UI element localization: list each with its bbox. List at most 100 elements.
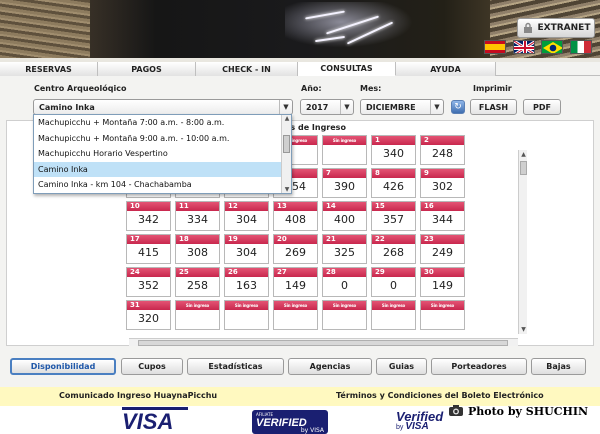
italy-flag-icon[interactable] <box>570 40 592 54</box>
calendar-day-cell[interactable]: 17 415 <box>126 234 171 264</box>
calendar-day-cell[interactable]: 11 334 <box>175 201 220 231</box>
brazil-flag-icon[interactable] <box>541 40 563 54</box>
day-header-badge: Sin ingreso <box>372 301 415 310</box>
tab-reservas[interactable]: RESERVAS <box>0 62 98 76</box>
tab-ayuda[interactable]: AYUDA <box>396 62 496 76</box>
tab-porteadores[interactable]: Porteadores <box>431 358 527 375</box>
calendar-day-cell[interactable]: 13 408 <box>273 201 318 231</box>
calendar-day-cell[interactable]: 25 258 <box>175 267 220 297</box>
calendar-day-cell[interactable]: 22 268 <box>371 234 416 264</box>
ruins-photo-left <box>0 0 90 58</box>
calendar-day-cell[interactable]: 20 269 <box>273 234 318 264</box>
uk-flag-icon[interactable] <box>513 40 535 54</box>
scroll-up-icon[interactable]: ▲ <box>282 115 292 122</box>
day-available-count: 163 <box>236 279 257 292</box>
refresh-icon[interactable]: ↻ <box>451 100 465 114</box>
calendar-day-cell[interactable]: 24 352 <box>126 267 171 297</box>
day-number: 23 <box>421 235 464 244</box>
anio-select[interactable]: 2017 ▼ <box>300 99 354 115</box>
calendar-horizontal-scrollbar[interactable] <box>129 338 518 346</box>
day-number: 25 <box>176 268 219 277</box>
photo-credit-watermark: Photo by SHUCHIN <box>468 405 589 418</box>
camera-icon <box>449 405 463 416</box>
tab-disponibilidad[interactable]: Disponibilidad <box>10 358 116 375</box>
scrollbar-thumb[interactable] <box>138 340 508 346</box>
calendar-day-cell[interactable]: Sin ingreso <box>224 300 269 330</box>
day-available-count: 357 <box>383 213 404 226</box>
day-number: 8 <box>372 169 415 178</box>
dropdown-option[interactable]: Camino Inka - km 104 - Chachabamba <box>34 177 282 193</box>
calendar-day-cell[interactable]: 10 342 <box>126 201 171 231</box>
calendar-day-cell[interactable]: Sin ingreso <box>273 300 318 330</box>
tab-bajas[interactable]: Bajas <box>531 358 586 375</box>
day-number: 12 <box>225 202 268 211</box>
calendar-day-cell[interactable]: 30 149 <box>420 267 465 297</box>
tab-cupos[interactable]: Cupos <box>121 358 183 375</box>
centro-dropdown-list[interactable]: Machupicchu + Montaña 7:00 a.m. - 8:00 a… <box>33 114 292 194</box>
tab-pagos[interactable]: PAGOS <box>98 62 196 76</box>
dropdown-option[interactable]: Machupicchu Horario Vespertino <box>34 146 282 162</box>
calendar-day-cell[interactable]: 1 340 <box>371 135 416 165</box>
scroll-down-icon[interactable]: ▼ <box>519 325 528 334</box>
day-number: 17 <box>127 235 170 244</box>
flash-button[interactable]: FLASH <box>470 99 517 115</box>
vbv2-visa-text: VISA <box>405 421 429 432</box>
calendar-day-cell[interactable]: 23 249 <box>420 234 465 264</box>
dropdown-option[interactable]: Machupicchu + Montaña 9:00 a.m. - 10:00 … <box>34 131 282 147</box>
calendar-day-cell[interactable]: 26 163 <box>224 267 269 297</box>
spain-flag-icon[interactable] <box>484 40 506 54</box>
calendar-day-cell[interactable]: 21 325 <box>322 234 367 264</box>
calendar-day-cell[interactable]: 2 248 <box>420 135 465 165</box>
calendar-vertical-scrollbar[interactable]: ▲ ▼ <box>518 150 527 334</box>
calendar-day-cell[interactable]: 31 320 <box>126 300 171 330</box>
calendar-day-cell[interactable]: 27 149 <box>273 267 318 297</box>
extranet-button[interactable]: EXTRANET <box>517 18 595 38</box>
dropdown-option-selected[interactable]: Camino Inka <box>34 161 282 178</box>
mes-select[interactable]: DICIEMBRE ▼ <box>360 99 444 115</box>
calendar-day-cell[interactable]: 9 302 <box>420 168 465 198</box>
tab-agencias[interactable]: Agencias <box>288 358 372 375</box>
scroll-down-icon[interactable]: ▼ <box>282 186 292 193</box>
tab-guias[interactable]: Guias <box>376 358 427 375</box>
tab-consultas[interactable]: CONSULTAS <box>298 62 396 76</box>
scroll-up-icon[interactable]: ▲ <box>519 150 528 159</box>
calendar-day-cell[interactable]: 14 400 <box>322 201 367 231</box>
calendar-day-cell[interactable]: Sin ingreso <box>371 300 416 330</box>
scrollbar-thumb[interactable] <box>520 161 527 175</box>
day-number: 22 <box>372 235 415 244</box>
calendar-day-cell[interactable]: 8 426 <box>371 168 416 198</box>
calendar-day-cell[interactable]: 19 304 <box>224 234 269 264</box>
calendar-day-cell[interactable]: 12 304 <box>224 201 269 231</box>
day-available-count: 149 <box>285 279 306 292</box>
scrollbar-thumb[interactable] <box>283 135 290 153</box>
day-number: 27 <box>274 268 317 277</box>
pdf-button[interactable]: PDF <box>523 99 561 115</box>
day-available-count: 258 <box>187 279 208 292</box>
calendar-day-cell[interactable]: 15 357 <box>371 201 416 231</box>
day-number: 14 <box>323 202 366 211</box>
tab-estadisticas[interactable]: Estadísticas <box>187 358 284 375</box>
anio-label: Año: <box>301 84 322 93</box>
info-strip: Comunicado Ingreso HuaynaPicchu Términos… <box>0 387 600 406</box>
calendar-day-cell[interactable]: Sin ingreso <box>322 300 367 330</box>
calendar-day-cell[interactable]: 7 390 <box>322 168 367 198</box>
calendar-day-cell[interactable]: Sin ingreso <box>420 300 465 330</box>
day-number: 19 <box>225 235 268 244</box>
calendar-day-cell[interactable]: 28 0 <box>322 267 367 297</box>
centro-label: Centro Arqueolóqico <box>34 84 127 93</box>
calendar-day-cell[interactable]: 18 308 <box>175 234 220 264</box>
day-number: 1 <box>372 136 415 145</box>
dropdown-scrollbar[interactable]: ▲ ▼ <box>281 115 291 193</box>
tab-check-in[interactable]: CHECK - IN <box>196 62 298 76</box>
comunicado-link[interactable]: Comunicado Ingreso HuaynaPicchu <box>59 391 217 400</box>
calendar-day-cell[interactable]: 29 0 <box>371 267 416 297</box>
chevron-down-icon: ▼ <box>430 100 443 114</box>
calendar-day-cell[interactable]: Sin ingreso <box>175 300 220 330</box>
mes-label: Mes: <box>360 84 382 93</box>
terminos-link[interactable]: Términos y Condiciones del Boleto Electr… <box>336 391 544 400</box>
dropdown-option[interactable]: Machupicchu + Montaña 7:00 a.m. - 8:00 a… <box>34 115 282 131</box>
main-tabs: RESERVAS PAGOS CHECK - IN CONSULTAS AYUD… <box>0 62 600 76</box>
calendar-day-cell[interactable]: Sin ingreso <box>322 135 367 165</box>
calendar-day-cell[interactable]: 16 344 <box>420 201 465 231</box>
centro-select[interactable]: Camino Inka ▼ <box>33 99 293 115</box>
